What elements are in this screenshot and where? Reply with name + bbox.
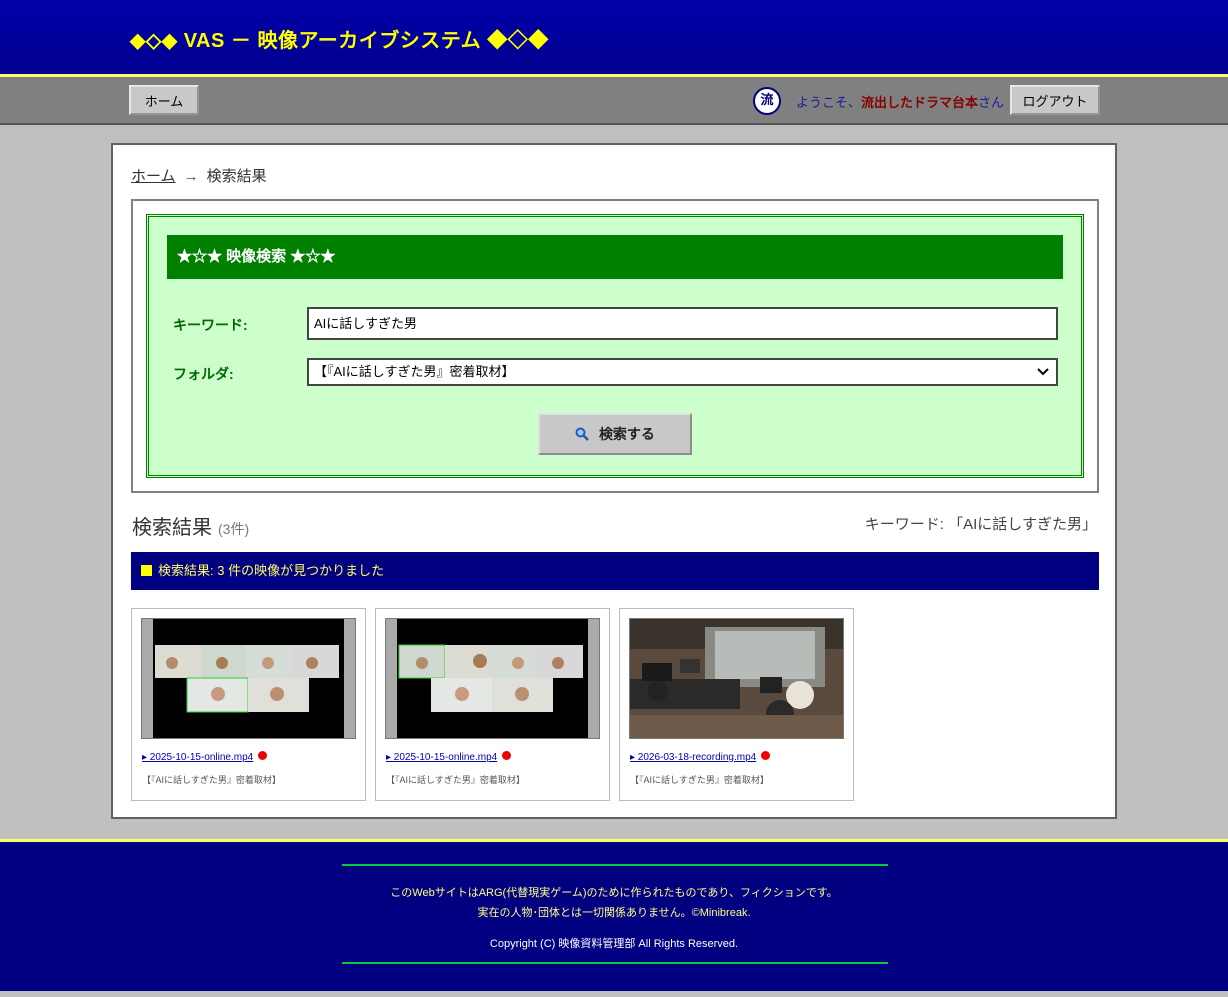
site-footer: このWebサイトはARG(代替現実ゲーム)のために作られたものであり、フィクショ… <box>0 839 1228 991</box>
main-content: ホーム → 検索結果 ★☆★ 映像検索 ★☆★ キーワード: AIに話しすぎた男 フ… <box>111 143 1117 819</box>
video-card[interactable]: ▸ 2025-10-15-online.mp4 【『AIに話しすぎた男』密着取材… <box>131 608 366 801</box>
search-panel: ★☆★ 映像検索 ★☆★ キーワード: AIに話しすぎた男 フォルダ: 【『AI… <box>131 199 1099 493</box>
footer-disclaimer-2: 実在の人物･団体とは一切関係ありません。©Minibreak. <box>477 907 751 919</box>
site-header: ◆◇◆ VAS － 映像アーカイブシステム ◆◇◆ <box>0 0 1228 77</box>
search-button-label: 検索する <box>598 426 655 442</box>
breadcrumb-arrow: → <box>183 168 199 185</box>
results-title-text: 検索結果 <box>132 517 212 539</box>
red-dot-icon <box>258 751 268 760</box>
search-form: ★☆★ 映像検索 ★☆★ キーワード: AIに話しすぎた男 フォルダ: 【『AI… <box>146 214 1084 478</box>
footer-copyright: Copyright (C) 映像資料管理部 All Rights Reserve… <box>489 938 739 950</box>
square-icon <box>141 565 152 576</box>
video-card[interactable]: ▸ 2025-10-15-online.mp4 【『AIに話しすぎた男』密着取材… <box>375 608 610 801</box>
video-folder-name: 【『AIに話しすぎた男』密着取材】 <box>142 775 281 785</box>
chevron-down-icon <box>1036 360 1050 392</box>
keyword-input[interactable]: AIに話しすぎた男 <box>307 307 1058 340</box>
video-thumbnail[interactable] <box>141 618 356 739</box>
video-file-link[interactable]: ▸ 2026-03-18-recording.mp4 <box>630 751 771 763</box>
results-keyword: キーワード: 「AIに話しすぎた男」 <box>864 516 1097 533</box>
red-dot-icon <box>502 751 512 760</box>
folder-select-value: 【『AIに話しすぎた男』密着取材】 <box>314 364 515 379</box>
nav-bar: ホーム 流 ようこそ、流出したドラマ台本さん ログアウト <box>0 77 1228 125</box>
breadcrumb-home-link[interactable]: ホーム <box>131 168 176 185</box>
footer-disclaimer-1: このWebサイトはARG(代替現実ゲーム)のために作られたものであり、フィクショ… <box>390 887 838 899</box>
video-thumbnail[interactable] <box>629 618 844 739</box>
video-file-name: ▸ 2026-03-18-recording.mp4 <box>630 752 757 763</box>
welcome-message: ようこそ、流出したドラマ台本さん <box>796 92 1004 111</box>
user-name: 流出したドラマ台本 <box>861 95 979 110</box>
footer-divider <box>342 962 888 964</box>
results-title: 検索結果 (3件) <box>132 511 249 540</box>
site-title: ◆◇◆ VAS － 映像アーカイブシステム ◆◇◆ <box>130 30 549 52</box>
results-bar-text: 検索結果: 3 件の映像が見つかりました <box>158 563 385 578</box>
logout-button[interactable]: ログアウト <box>1010 85 1100 115</box>
breadcrumb-current: 検索結果 <box>206 168 267 185</box>
results-count: (3件) <box>218 521 250 537</box>
video-file-link[interactable]: ▸ 2025-10-15-online.mp4 <box>386 751 512 763</box>
avatar: 流 <box>753 87 781 115</box>
red-dot-icon <box>761 751 771 760</box>
video-file-name: ▸ 2025-10-15-online.mp4 <box>142 752 254 763</box>
video-folder-name: 【『AIに話しすぎた男』密着取材】 <box>386 775 525 785</box>
keyword-label: キーワード: <box>173 317 248 333</box>
breadcrumb: ホーム → 検索結果 <box>131 165 267 186</box>
folder-label: フォルダ: <box>173 366 234 382</box>
video-folder-name: 【『AIに話しすぎた男』密着取材】 <box>630 775 769 785</box>
welcome-suffix: さん <box>978 95 1005 110</box>
welcome-prefix: ようこそ、 <box>796 95 862 110</box>
video-thumbnail[interactable] <box>385 618 600 739</box>
video-file-link[interactable]: ▸ 2025-10-15-online.mp4 <box>142 751 268 763</box>
folder-select[interactable]: 【『AIに話しすぎた男』密着取材】 <box>307 358 1058 386</box>
magnifier-icon <box>575 426 593 442</box>
video-card[interactable]: ▸ 2026-03-18-recording.mp4 【『AIに話しすぎた男』密… <box>619 608 854 801</box>
search-heading: ★☆★ 映像検索 ★☆★ <box>167 235 1063 279</box>
results-bar: 検索結果: 3 件の映像が見つかりました <box>131 552 1099 590</box>
footer-divider <box>342 864 888 866</box>
search-button[interactable]: 検索する <box>538 413 692 455</box>
home-button[interactable]: ホーム <box>129 85 199 115</box>
video-file-name: ▸ 2025-10-15-online.mp4 <box>386 752 498 763</box>
